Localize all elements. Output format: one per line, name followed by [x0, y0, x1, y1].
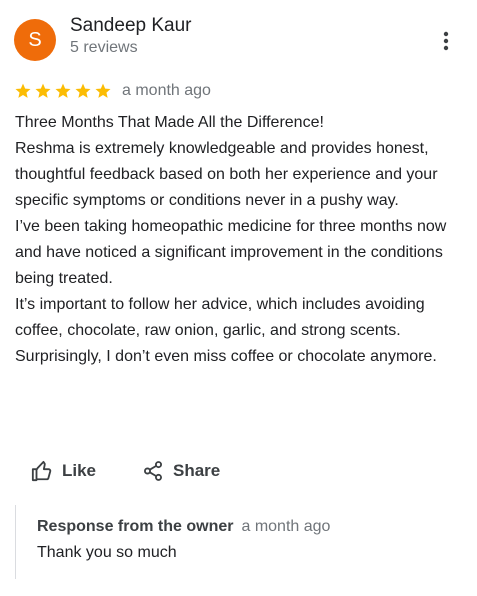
review-paragraph: Reshma is extremely knowledgeable and pr… [15, 140, 438, 209]
review-header: S Sandeep Kaur 5 reviews [0, 0, 477, 80]
share-icon [144, 461, 162, 481]
review-paragraph: I’ve been taking homeopathic medicine fo… [15, 218, 447, 287]
star-icon [14, 82, 32, 100]
share-button[interactable]: Share [142, 454, 220, 488]
share-label: Share [173, 461, 221, 480]
rating-row: a month ago [14, 80, 211, 102]
owner-response-title: Response from the owner [37, 518, 234, 535]
reviewer-review-count: 5 reviews [70, 39, 138, 56]
like-button[interactable]: Like [31, 454, 96, 488]
more-vert-icon [443, 31, 449, 51]
owner-response-header: Response from the owner a month ago [37, 518, 330, 536]
star-icon [94, 82, 112, 100]
reviewer-name[interactable]: Sandeep Kaur [70, 15, 192, 37]
review-text: Three Months That Made All the Differenc… [15, 110, 465, 370]
review-date: a month ago [122, 82, 211, 99]
review-paragraph: Three Months That Made All the Differenc… [15, 114, 324, 131]
star-icon [34, 82, 52, 100]
avatar[interactable]: S [14, 19, 56, 61]
star-icon [74, 82, 92, 100]
owner-response-date: a month ago [241, 518, 331, 535]
more-options-button[interactable] [434, 27, 458, 55]
review-actions: Like Share [0, 454, 477, 488]
review-paragraph: It’s important to follow her advice, whi… [15, 296, 437, 365]
star-icon [54, 82, 72, 100]
like-label: Like [62, 461, 97, 480]
star-rating [14, 82, 112, 100]
owner-response-text: Thank you so much [37, 544, 177, 561]
thumbs-up-icon [31, 460, 52, 482]
owner-response: Response from the owner a month ago Thank… [15, 505, 466, 579]
